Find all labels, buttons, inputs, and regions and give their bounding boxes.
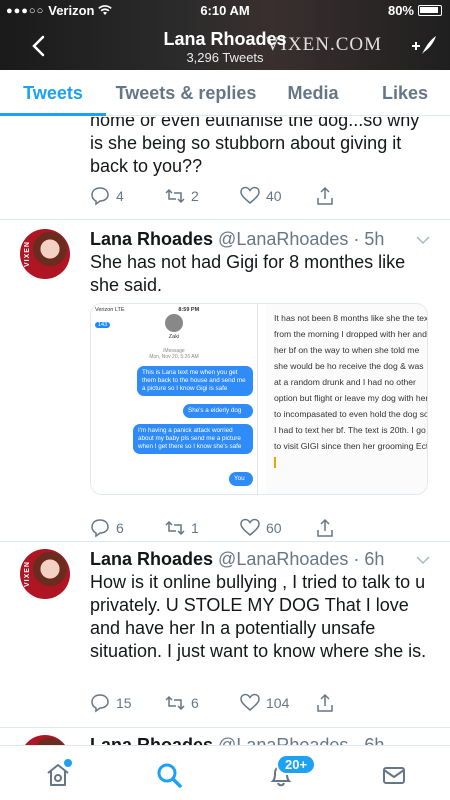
battery-icon [418,5,442,16]
divider [0,727,450,728]
tweet-actions: 6 1 60 [90,517,390,539]
reply-icon [91,519,109,538]
retweet-button[interactable]: 2 [165,185,240,207]
contact-name: Zaki [168,334,180,340]
message-bubble: She's a elderly dog [183,404,253,418]
share-icon [317,186,333,205]
like-button[interactable]: 40 [240,185,315,207]
tab-likes[interactable]: Likes [360,70,450,115]
mail-icon[interactable] [381,762,407,788]
tweet-media[interactable]: Verizon LTE 8:59 PM 143 Zaki iMessage Mon,… [90,303,428,495]
avatar[interactable]: VIXEN [20,549,70,599]
tweet-count: 3,296 Tweets [186,50,264,65]
heart-icon [240,186,260,204]
bottom-nav: 20+ [0,745,450,800]
retweet-icon [165,695,185,711]
tweet-actions: 15 6 104 [90,692,390,714]
reply-count: 4 [116,188,124,204]
search-icon[interactable] [156,762,182,788]
tweet-time: 6h [364,735,385,745]
profile-tabs: Tweets Tweets & replies Media Likes [0,70,450,116]
tweet-time: 5h [364,229,385,249]
author-name[interactable]: Lana Rhoades [90,735,213,745]
retweet-icon [165,520,185,536]
avatar[interactable]: VIXEN [20,735,70,745]
share-button[interactable] [315,692,390,714]
phone-time: 8:59 PM [178,307,200,313]
share-icon [317,518,333,537]
profile-header: ●●●○○ Verizon 6:10 AM 80% VIXEN.COM Lana… [0,0,450,70]
reply-button[interactable]: 15 [90,692,165,714]
notification-badge: 20+ [276,754,317,775]
avatar[interactable]: VIXEN [20,229,70,279]
battery-percent: 80% [387,3,414,18]
divider [0,541,450,542]
message-bubble: You [229,472,253,486]
contact-photo [165,314,183,332]
tab-media[interactable]: Media [266,70,360,115]
message-timestamp: iMessage Mon, Nov 20, 5:26 AM [149,348,199,360]
reply-count: 6 [116,520,124,536]
reply-icon [91,694,109,713]
share-button[interactable] [315,185,390,207]
reply-icon [91,187,109,206]
back-count-badge: 143 [95,322,111,328]
tweet-feed[interactable]: home or even euthanise the dog...so why … [0,117,450,745]
reply-button[interactable]: 6 [90,517,165,539]
retweet-count: 6 [191,695,199,711]
tweet-header: Lana Rhoades @LanaRhoades · 5h [90,229,385,249]
message-bubble: This is Lana text me when you get them b… [137,366,253,396]
notes-screenshot: It has not been 8 months like she the te… [266,304,428,494]
phone-carrier: Verizon LTE [95,307,125,313]
retweet-count: 2 [191,188,199,204]
tweet-actions: 4 2 40 [90,185,390,207]
retweet-button[interactable]: 1 [165,517,240,539]
retweet-icon [165,188,185,204]
chevron-down-icon[interactable] [416,235,430,245]
compose-tweet-icon[interactable] [410,34,438,56]
author-name[interactable]: Lana Rhoades [90,229,213,249]
like-button[interactable]: 60 [240,517,315,539]
status-bar: ●●●○○ Verizon 6:10 AM 80% [0,0,450,20]
message-bubble: I'm having a panick attack worried about… [133,424,253,454]
like-count: 104 [266,695,290,711]
divider [0,219,450,220]
tweet-time: 6h [364,549,385,569]
tab-tweets[interactable]: Tweets [0,70,106,116]
retweet-button[interactable]: 6 [165,692,240,714]
like-count: 40 [266,188,282,204]
tweet-text: How is it online bullying , I tried to t… [90,572,427,661]
share-button[interactable] [315,517,390,539]
author-handle: @LanaRhoades [218,735,349,745]
chevron-down-icon[interactable] [416,555,430,565]
notes-text: It has not been 8 months like she the te… [274,313,428,451]
heart-icon [240,518,260,536]
like-count: 60 [266,520,282,536]
tweet-text: She has not had Gigi for 8 monthes like … [90,252,406,295]
reply-button[interactable]: 4 [90,185,165,207]
tweet-header: Lana Rhoades @LanaRhoades · 6h [90,735,384,745]
clock: 6:10 AM [200,3,250,18]
like-button[interactable]: 104 [240,692,315,714]
new-tweets-dot [64,759,72,767]
text-cursor [274,457,276,469]
tweet-header: Lana Rhoades @LanaRhoades · 6h [90,549,385,569]
heart-icon [240,693,260,711]
author-handle: @LanaRhoades [218,229,349,249]
tweet-text: home or even euthanise the dog...so why … [90,117,420,176]
share-icon [317,693,333,712]
tab-tweets-replies[interactable]: Tweets & replies [106,70,266,115]
author-name[interactable]: Lana Rhoades [90,549,213,569]
retweet-count: 1 [191,520,199,536]
author-handle: @LanaRhoades [218,549,349,569]
reply-count: 15 [116,695,132,711]
profile-name: Lana Rhoades [163,29,287,49]
message-screenshot: Verizon LTE 8:59 PM 143 Zaki iMessage Mon,… [91,304,258,494]
